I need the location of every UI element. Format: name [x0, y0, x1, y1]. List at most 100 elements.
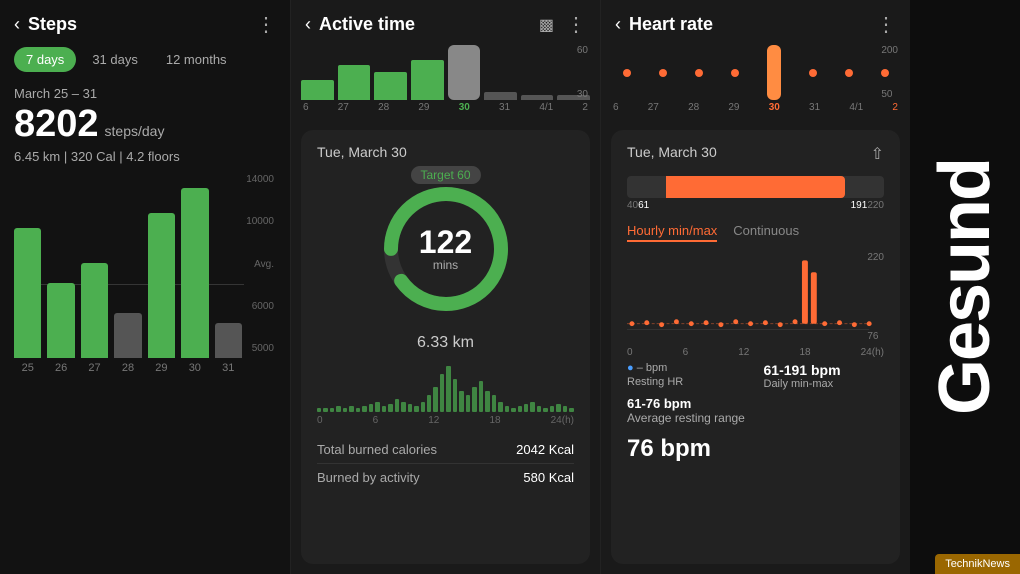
gesund-panel: Gesund TechnikNews — [910, 0, 1020, 574]
activity-bar — [453, 379, 457, 412]
activity-bar — [505, 406, 509, 412]
activity-bar — [421, 402, 425, 412]
activity-bar — [317, 408, 321, 412]
hr-chart-y-labels: 220 76 — [867, 252, 884, 342]
bar-label-27: 27 — [88, 362, 100, 374]
activity-bar — [550, 406, 554, 412]
resting-dot-icon: ● — [627, 362, 634, 374]
active-detail-date: Tue, March 30 — [317, 144, 574, 160]
hr-tabs: Hourly min/max Continuous — [627, 223, 884, 242]
steps-unit: steps/day — [105, 123, 165, 139]
tab-31days[interactable]: 31 days — [80, 47, 150, 72]
spark-y-labels: 60 30 — [577, 45, 588, 100]
hr-sparkline-x-labels: 6 27 28 29 30 31 4/1 2 — [611, 102, 900, 113]
tab-7days[interactable]: 7 days — [14, 47, 76, 72]
activity-bar — [485, 391, 489, 412]
activity-bar — [459, 391, 463, 412]
hr-y-50: 50 — [881, 89, 898, 100]
activity-bar — [537, 406, 541, 412]
hr-stat-resting-label: ● – bpm — [627, 362, 748, 374]
target-label: Target — [420, 168, 453, 182]
bar-col-28: 28 — [114, 313, 141, 374]
hr-stat-daily-sub: Daily min-max — [764, 378, 885, 390]
calories-info: Total burned calories 2042 Kcal Burned b… — [317, 436, 574, 491]
bar-chart-icon[interactable]: ▩ — [539, 15, 554, 35]
bar-col-29: 29 — [148, 213, 175, 374]
hr-range-bar — [627, 176, 884, 198]
bar-label-31: 31 — [222, 362, 234, 374]
hr-dots — [611, 45, 900, 100]
steps-date-range: March 25 – 31 — [14, 86, 276, 101]
menu-dots-icon[interactable]: ⋮ — [256, 12, 276, 37]
hr-x-chart-12: 12 — [738, 347, 749, 358]
sparkline-x-labels: 6 27 28 29 30 31 4/1 2 — [301, 102, 590, 113]
spark-x-28: 28 — [378, 102, 389, 113]
hr-avg-range: 61-76 bpm Average resting range — [627, 396, 884, 425]
heart-menu-dots[interactable]: ⋮ — [876, 12, 896, 37]
cal-label-total: Total burned calories — [317, 442, 437, 457]
activity-bar — [343, 408, 347, 412]
hr-dot-3 — [695, 69, 703, 77]
hr-tab-hourly[interactable]: Hourly min/max — [627, 223, 717, 242]
hr-range-min: 40 — [627, 200, 638, 211]
active-distance: 6.33 km — [317, 334, 574, 352]
hr-stat-daily-value: 61-191 bpm — [764, 362, 885, 378]
spark-2 — [338, 65, 371, 100]
hr-dot-selected — [767, 45, 781, 100]
tab-12months[interactable]: 12 months — [154, 47, 239, 72]
active-header: ‹ Active time ▩ ⋮ — [291, 0, 600, 45]
active-detail-card: Tue, March 30 Target 60 122 mins 6.33 km… — [301, 130, 590, 564]
hr-avg-range-value: 61-76 bpm — [627, 396, 691, 411]
activity-bar — [543, 408, 547, 412]
hr-chart-svg — [627, 252, 884, 342]
steps-panel: ‹ Steps ⋮ 7 days 31 days 12 months March… — [0, 0, 290, 574]
activity-bar — [356, 408, 360, 412]
hr-stat-resting: ● – bpm Resting HR — [627, 362, 748, 390]
activity-bar — [518, 406, 522, 412]
spark-y-30: 30 — [577, 89, 588, 100]
bar-31 — [215, 323, 242, 358]
hr-range-active-min: 61 — [638, 200, 649, 211]
steps-meta: 6.45 km | 320 Cal | 4.2 floors — [14, 149, 276, 164]
hr-range-max: 220 — [867, 200, 884, 211]
spark-1 — [301, 80, 334, 100]
heart-back-icon[interactable]: ‹ — [615, 14, 621, 35]
spark-x-30: 30 — [459, 102, 470, 113]
activity-bar — [401, 402, 405, 412]
share-icon[interactable]: ⇧ — [871, 144, 884, 164]
hr-x-41: 4/1 — [849, 102, 863, 113]
hr-tab-continuous[interactable]: Continuous — [733, 223, 799, 242]
hr-avg-range-label: Average resting range — [627, 411, 745, 425]
active-menu-dots[interactable]: ⋮ — [566, 12, 586, 37]
steps-value: 8202 — [14, 105, 99, 143]
cal-value-activity: 580 Kcal — [523, 470, 574, 485]
hr-dot-4 — [731, 69, 739, 77]
donut-unit: mins — [419, 258, 472, 272]
steps-bar-chart: 14000 10000 Avg. 6000 5000 25 26 — [14, 174, 276, 404]
activity-bar — [388, 404, 392, 412]
activity-bar — [408, 404, 412, 412]
steps-tab-group: 7 days 31 days 12 months — [14, 47, 276, 72]
activity-bars: (function() { const heights = [2,2,2,3,2… — [317, 362, 574, 412]
back-arrow-icon[interactable]: ‹ — [14, 14, 20, 35]
spark-y-60: 60 — [577, 45, 588, 56]
spark-x-27: 27 — [338, 102, 349, 113]
bar-col-30: 30 — [181, 188, 208, 374]
active-back-icon[interactable]: ‹ — [305, 14, 311, 35]
hr-chart: 220 76 — [627, 252, 884, 352]
bar-label-29: 29 — [155, 362, 167, 374]
bar-col-27: 27 — [81, 263, 108, 374]
hr-stat-bpm-label: – bpm — [637, 362, 668, 374]
activity-bar — [530, 402, 534, 412]
active-time-panel: ‹ Active time ▩ ⋮ 60 30 6 27 28 29 — [290, 0, 600, 574]
active-header-icons: ▩ ⋮ — [539, 12, 586, 37]
hr-range-fill — [666, 176, 846, 198]
hr-x-28: 28 — [688, 102, 699, 113]
bar-29 — [148, 213, 175, 358]
activity-x-labels: 0 6 12 18 24(h) — [317, 415, 574, 426]
activity-bar — [323, 408, 327, 412]
hr-x-30: 30 — [769, 102, 780, 113]
activity-bar — [362, 406, 366, 412]
hr-chart-y-76: 76 — [867, 331, 884, 342]
hr-dot-1 — [623, 69, 631, 77]
